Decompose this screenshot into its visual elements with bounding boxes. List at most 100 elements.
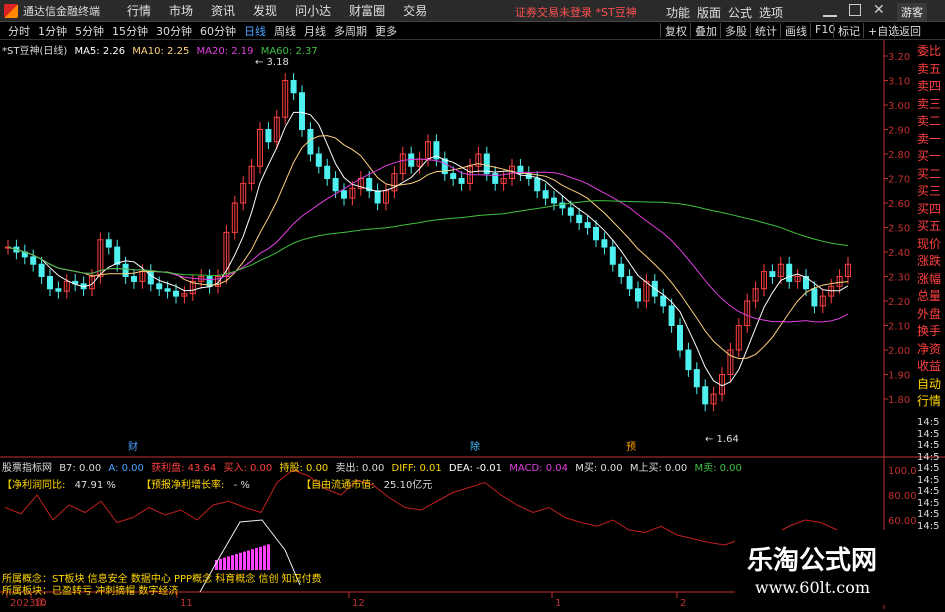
back-button[interactable]: 返回 — [894, 23, 925, 38]
app-title: 通达信金融终端 — [23, 4, 100, 18]
sector-line: 所属板块：已盈转亏 冲刺摘帽 数字经济 — [2, 586, 179, 597]
watermark-url: www.60lt.com — [755, 578, 871, 597]
menu-formula[interactable]: 公式 — [728, 4, 752, 21]
side-label: 收益 — [917, 359, 942, 373]
period-monthly[interactable]: 月线 — [304, 23, 326, 39]
menu-trade[interactable]: 交易 — [403, 2, 427, 19]
restore-rights-button[interactable]: 复权 — [660, 23, 691, 38]
menu-layout[interactable]: 版面 — [697, 4, 721, 21]
side-label[interactable]: 自动 — [917, 375, 945, 392]
candle-body — [534, 178, 541, 192]
statistics-button[interactable]: 统计 — [750, 23, 781, 38]
menu-discover[interactable]: 发现 — [253, 2, 277, 19]
candle-body — [332, 178, 339, 192]
kline-chart[interactable]: 3.20 3.10 3.00 2.90 2.80 2.70 2.60 2.50 2.40 2.30… — [0, 40, 945, 609]
net-profit-value: 47.91 % — [74, 480, 116, 491]
candle-body — [164, 288, 171, 292]
candle-body — [677, 325, 683, 351]
side-time: 14:5 — [917, 451, 940, 463]
side-time: 14:5 — [917, 440, 940, 451]
buy-value: 买入: 0.00 — [223, 463, 273, 474]
menu-options[interactable]: 选项 — [759, 4, 783, 21]
menu-news[interactable]: 资讯 — [211, 2, 235, 19]
period-15min[interactable]: 15分钟 — [112, 23, 148, 39]
low-price-label: ← 1.64 — [705, 434, 739, 445]
candle-body — [324, 165, 331, 179]
side-label: 外盘 — [917, 306, 942, 321]
ma20-line — [7, 158, 849, 323]
price-tick: 3.20 — [888, 52, 910, 63]
side-time: 14:5 — [917, 463, 940, 474]
indicator-bar — [259, 546, 262, 570]
price-tick: 2.00 — [888, 346, 910, 357]
close-icon[interactable]: ✕ — [873, 2, 885, 18]
price-tick: 2.60 — [888, 199, 910, 210]
mark-button[interactable]: 标记 — [833, 23, 864, 38]
hold-value: 持股: 0.00 — [279, 463, 329, 474]
indicator-bar — [247, 550, 250, 570]
login-notice[interactable]: 证券交易未登录 *ST豆神 — [515, 4, 637, 20]
candle-body — [551, 197, 557, 204]
candle-body — [609, 246, 616, 265]
indicator-name[interactable]: 股票指标网 — [2, 463, 52, 474]
event-marker: 财 — [128, 440, 138, 453]
ma10-value: MA10: 2.25 — [132, 46, 190, 57]
stock-name: *ST豆神(日线) — [2, 46, 68, 57]
candle-body — [693, 369, 700, 388]
period-30min[interactable]: 30分钟 — [156, 23, 192, 39]
maximize-icon[interactable] — [849, 4, 861, 16]
indicator-bar — [263, 545, 266, 570]
guest-button[interactable]: 游客 — [897, 3, 927, 21]
menu-quotes[interactable]: 行情 — [127, 2, 151, 19]
side-label: 卖五 — [917, 61, 942, 76]
indicator-bar — [219, 558, 222, 570]
draw-line-button[interactable]: 画线 — [780, 23, 811, 38]
side-time: 14:5 — [917, 509, 940, 520]
candle-body — [374, 190, 381, 204]
side-label: 涨跌 — [917, 254, 942, 268]
period-intraday[interactable]: 分时 — [8, 23, 30, 39]
indicator-bar — [231, 555, 234, 570]
multi-stock-button[interactable]: 多股 — [720, 23, 751, 38]
candle-body — [299, 92, 305, 130]
side-label: 现价 — [917, 236, 942, 251]
period-60min[interactable]: 60分钟 — [200, 23, 236, 39]
side-label: 换手 — [917, 324, 942, 338]
ma20-value: MA20: 2.19 — [196, 46, 254, 57]
watermark-title: 乐淘公式网 — [747, 546, 878, 576]
fin-info-row: 【净利润同比: 47.91 % 【预报净利增长率: - % 【自由流通市值: 2… — [2, 476, 432, 491]
macd-value: MACD: 0.04 — [509, 463, 568, 474]
chart-area[interactable]: 3.20 3.10 3.00 2.90 2.80 2.70 2.60 2.50 2.40 2.30… — [0, 40, 945, 609]
side-label: 买四 — [917, 201, 942, 216]
price-tick: 2.50 — [888, 224, 910, 235]
candle-body — [668, 305, 675, 326]
ma10-line — [7, 135, 849, 360]
candle-body — [173, 290, 179, 297]
side-time: 14:5 — [917, 474, 940, 486]
menu-ask[interactable]: 问小达 — [295, 2, 331, 19]
side-time: 14:5 — [917, 497, 940, 509]
candle-body — [660, 295, 667, 307]
watermark: 乐淘公式网 www.60lt.com — [735, 530, 945, 605]
price-tick: 3.00 — [888, 101, 910, 112]
period-5min[interactable]: 5分钟 — [75, 23, 104, 39]
period-weekly[interactable]: 周线 — [274, 23, 296, 39]
period-1min[interactable]: 1分钟 — [38, 23, 67, 39]
period-multi[interactable]: 多周期 — [334, 23, 367, 39]
event-marker: 预 — [626, 441, 636, 453]
side-label[interactable]: 行情 — [917, 392, 945, 409]
side-time: 14:5 — [917, 486, 940, 497]
candle-body — [584, 222, 591, 229]
period-daily[interactable]: 日线 — [244, 23, 266, 39]
menu-market[interactable]: 市场 — [169, 2, 193, 19]
menu-wealth[interactable]: 财富圈 — [349, 2, 385, 19]
menu-function[interactable]: 功能 — [666, 4, 690, 21]
candle-body — [635, 288, 641, 302]
period-more[interactable]: 更多 — [375, 23, 397, 39]
price-tick: 2.40 — [888, 248, 910, 259]
minimize-icon[interactable] — [823, 4, 837, 17]
candle-body — [265, 129, 272, 143]
overlay-button[interactable]: 叠加 — [690, 23, 721, 38]
date-tick: 12 — [352, 598, 365, 609]
float-cap-label: 【自由流通市值: — [301, 480, 375, 491]
